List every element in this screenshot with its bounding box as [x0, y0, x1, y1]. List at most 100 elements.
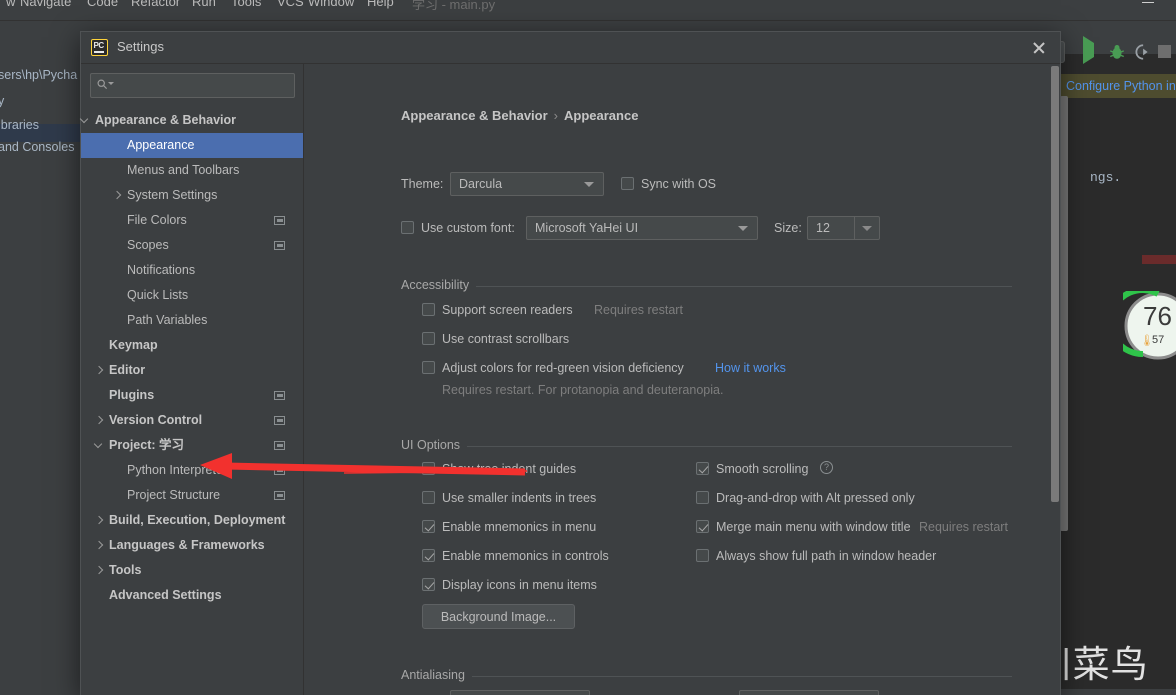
sidebar-item-path-variables[interactable]: Path Variables [81, 308, 303, 333]
sidebar-item-system-settings[interactable]: System Settings [81, 183, 303, 208]
merge-main-menu-with-window-title-checkbox[interactable] [696, 520, 709, 533]
sidebar-item-quick-lists[interactable]: Quick Lists [81, 283, 303, 308]
search-dropdown-icon[interactable] [108, 82, 114, 85]
help-icon[interactable]: ? [820, 461, 833, 474]
background-image-button[interactable]: Background Image... [422, 604, 575, 629]
use-contrast-scrollbars-checkbox[interactable] [422, 332, 435, 345]
menu-item-0[interactable]: w [6, 0, 15, 9]
enable-mnemonics-in-menu-checkbox[interactable] [422, 520, 435, 533]
menu-item-window[interactable]: Window [308, 0, 354, 9]
enable-mnemonics-in-controls-checkbox[interactable] [422, 549, 435, 562]
smooth-scrolling-checkbox[interactable] [696, 462, 709, 475]
editor-vertical-scrollbar[interactable] [1060, 96, 1068, 531]
how-it-works-link[interactable]: How it works [715, 361, 786, 375]
theme-value: Darcula [459, 177, 503, 191]
always-show-full-path-in-window-header-checkbox[interactable] [696, 549, 709, 562]
config-marker-icon [274, 491, 285, 500]
sidebar-item-advanced-settings[interactable]: Advanced Settings [81, 583, 303, 608]
font-family-value: Microsoft YaHei UI [535, 221, 639, 235]
menu-item-refactor[interactable]: Refactor [131, 0, 180, 9]
sidebar-item-scopes[interactable]: Scopes [81, 233, 303, 258]
pycharm-logo-icon: PC [91, 39, 108, 56]
sidebar-item-appearance-behavior[interactable]: Appearance & Behavior [81, 108, 303, 133]
settings-vertical-scrollbar[interactable] [1051, 66, 1059, 502]
show-tree-indent-guides-checkbox[interactable] [422, 462, 435, 475]
sidebar-item-editor[interactable]: Editor [81, 358, 303, 383]
project-row-0[interactable]: sers\hp\Pycha [0, 68, 77, 82]
sidebar-item-menus-and-toolbars[interactable]: Menus and Toolbars [81, 158, 303, 183]
ui-option-label: Smooth scrolling [716, 462, 809, 476]
support-screen-readers-checkbox[interactable] [422, 303, 435, 316]
chevron-right-icon[interactable] [95, 516, 104, 525]
chevron-right-icon[interactable] [95, 541, 104, 550]
sidebar-item-languages-frameworks[interactable]: Languages & Frameworks [81, 533, 303, 558]
sidebar-item-plugins[interactable]: Plugins [81, 383, 303, 408]
sidebar-item-version-control[interactable]: Version Control [81, 408, 303, 433]
chevron-down-icon[interactable] [81, 116, 90, 125]
font-family-select[interactable]: Microsoft YaHei UI [526, 216, 758, 240]
menu-item-tools[interactable]: Tools [231, 0, 261, 9]
display-icons-in-menu-items-checkbox[interactable] [422, 578, 435, 591]
adjust-colors-checkbox[interactable] [422, 361, 435, 374]
menu-item-run[interactable]: Run [192, 0, 216, 9]
breadcrumb-separator: › [553, 108, 559, 123]
antialiasing-editor-select[interactable]: Subpixel [739, 690, 879, 695]
sidebar-item-label: Project Structure [127, 488, 221, 502]
menu-item-vcs[interactable]: VCS [277, 0, 304, 9]
sidebar-item-appearance[interactable]: Appearance [81, 133, 303, 158]
close-icon[interactable] [1028, 37, 1050, 59]
font-size-stepper[interactable]: 12 [807, 216, 880, 240]
sidebar-item-label: Tools [109, 563, 142, 577]
use-custom-font-checkbox[interactable] [401, 221, 414, 234]
config-marker-icon [274, 216, 285, 225]
menu-item-navigate[interactable]: Navigate [20, 0, 71, 9]
chevron-down-icon[interactable] [95, 441, 104, 450]
chevron-right-icon[interactable] [95, 416, 104, 425]
debug-icon[interactable] [1108, 43, 1126, 61]
project-row-3[interactable]: and Consoles [0, 140, 74, 154]
dialog-title: Settings [117, 39, 164, 54]
support-screen-readers-hint: Requires restart [594, 303, 683, 317]
use-smaller-indents-in-trees-checkbox[interactable] [422, 491, 435, 504]
sidebar-item-file-colors[interactable]: File Colors [81, 208, 303, 233]
sidebar-item-keymap[interactable]: Keymap [81, 333, 303, 358]
sidebar-item-label: Scopes [127, 238, 169, 252]
menu-item-code[interactable]: Code [87, 0, 118, 9]
window-minimize-icon[interactable] [1142, 2, 1154, 3]
coverage-icon[interactable] [1133, 43, 1151, 61]
sidebar-item-project-structure[interactable]: Project Structure [81, 483, 303, 508]
sidebar-item-python-interpreter[interactable]: Python Interpreter [81, 458, 303, 483]
theme-select[interactable]: Darcula [450, 172, 604, 196]
chevron-down-icon [738, 226, 748, 231]
project-row-2[interactable]: ibraries [0, 118, 39, 132]
dialog-title-bar: PC Settings [81, 32, 1060, 64]
sidebar-item-tools[interactable]: Tools [81, 558, 303, 583]
sidebar-item-notifications[interactable]: Notifications [81, 258, 303, 283]
breadcrumb-current: Appearance [564, 108, 639, 123]
sidebar-item-build-execution-deployment[interactable]: Build, Execution, Deployment [81, 508, 303, 533]
run-icon[interactable] [1083, 36, 1094, 64]
project-tool-window: sers\hp\Pycha y ibraries and Consoles [0, 54, 83, 695]
gauge-value: 76 [1143, 301, 1172, 331]
breadcrumb-parent[interactable]: Appearance & Behavior [401, 108, 548, 123]
search-input[interactable] [90, 73, 295, 98]
search-icon [97, 79, 108, 90]
use-contrast-scrollbars-label: Use contrast scrollbars [442, 332, 570, 346]
antialiasing-ide-select[interactable]: Subpixel [450, 690, 590, 695]
chevron-right-icon[interactable] [95, 366, 104, 375]
configure-python-link[interactable]: Configure Python in [1066, 79, 1176, 93]
menu-item-help[interactable]: Help [367, 0, 394, 9]
sidebar-item-label: Appearance [127, 138, 195, 152]
sidebar-item-label: Quick Lists [127, 288, 189, 302]
ide-menu-bar: w Navigate Code Refactor Run Tools VCS W… [0, 0, 1176, 21]
project-row-1[interactable]: y [0, 94, 4, 108]
font-size-label: Size: [774, 221, 802, 235]
sidebar-item-project[interactable]: Project: 学习 [81, 433, 303, 458]
chevron-right-icon[interactable] [95, 566, 104, 575]
ui-option-label: Merge main menu with window title [716, 520, 911, 534]
stop-icon[interactable] [1158, 45, 1171, 58]
sync-with-os-checkbox[interactable] [621, 177, 634, 190]
chevron-right-icon[interactable] [113, 191, 122, 200]
drag-and-drop-with-alt-pressed-only-checkbox[interactable] [696, 491, 709, 504]
sidebar-item-label: Path Variables [127, 313, 208, 327]
